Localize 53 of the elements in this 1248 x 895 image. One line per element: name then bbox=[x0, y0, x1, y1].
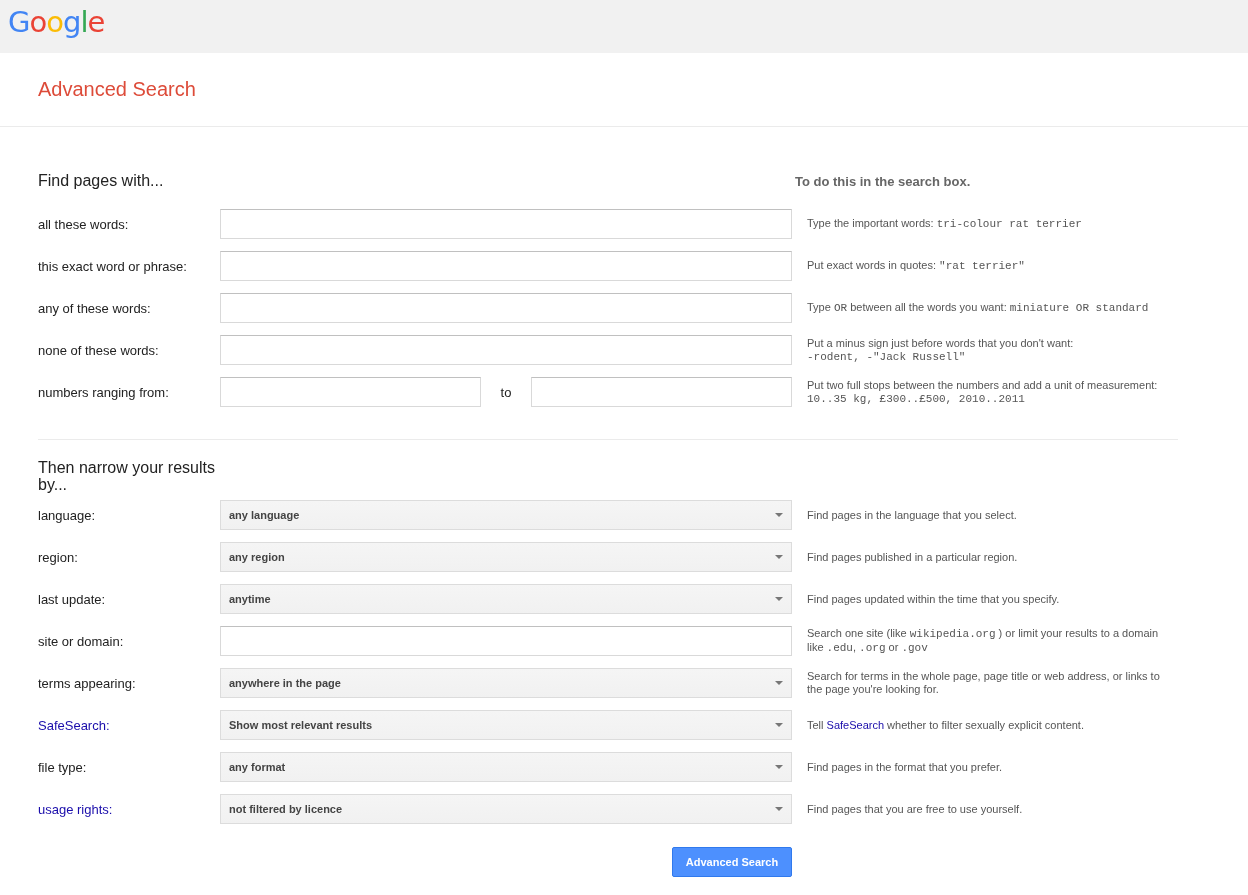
caret-icon bbox=[775, 807, 783, 811]
safesearch-link[interactable]: SafeSearch bbox=[826, 718, 885, 731]
hint-text: Tell SafeSearch whether to filter sexually explicit content. bbox=[807, 718, 1084, 732]
caret-icon bbox=[775, 513, 783, 517]
dropdown[interactable]: any format bbox=[220, 752, 792, 782]
section-heading: Then narrow your results by... bbox=[38, 459, 216, 493]
input-field[interactable] bbox=[220, 626, 792, 656]
field-label: region: bbox=[38, 549, 79, 565]
section-heading: Find pages with... bbox=[38, 172, 165, 190]
hint-text: Search one site (like wikipedia.org ) or limit your results to a domain like .edu, .org or .gov bbox=[807, 627, 1159, 655]
field-label: numbers ranging from: bbox=[38, 384, 170, 400]
input-field[interactable] bbox=[220, 335, 792, 365]
field-label: last update: bbox=[38, 591, 107, 607]
dropdown[interactable]: anytime bbox=[220, 584, 792, 614]
caret-icon bbox=[775, 723, 783, 727]
field-label: all these words: bbox=[38, 216, 130, 232]
hint-text: Search for terms in the whole page, page title or web address, or links to the page you're looking for. bbox=[807, 670, 1160, 696]
field-label: none of these words: bbox=[38, 342, 160, 358]
input-field[interactable] bbox=[220, 209, 792, 239]
field-label: this exact word or phrase: bbox=[38, 258, 188, 274]
hint-text: Find pages that you are free to use yourself. bbox=[807, 802, 1023, 816]
hint-heading: To do this in the search box. bbox=[795, 173, 971, 189]
hint-text: Type the important words: tri-colour rat terrier bbox=[807, 217, 1082, 231]
hint-text: Put two full stops between the numbers and add a unit of measurement: 10..35 kg, £300..£500, 2010..2011 bbox=[807, 378, 1158, 406]
dropdown[interactable]: any region bbox=[220, 542, 792, 572]
dropdown[interactable]: not filtered by licence bbox=[220, 794, 792, 824]
field-label: any of these words: bbox=[38, 300, 152, 316]
hint-text: Find pages published in a particular region. bbox=[807, 550, 1018, 564]
input-field[interactable] bbox=[531, 377, 792, 407]
hint-text: Put a minus sign just before words that you don't want: -rodent, -"Jack Russell" bbox=[807, 336, 1074, 364]
page-title: Advanced Search bbox=[38, 78, 196, 101]
label-link[interactable]: SafeSearch: bbox=[38, 717, 220, 733]
caret-icon bbox=[775, 765, 783, 769]
caret-icon bbox=[775, 597, 783, 601]
input-field[interactable] bbox=[220, 251, 792, 281]
hint-text: Find pages in the language that you select. bbox=[807, 508, 1017, 522]
caret-icon bbox=[775, 681, 783, 685]
input-field[interactable] bbox=[220, 293, 792, 323]
field-label: site or domain: bbox=[38, 633, 125, 649]
dropdown[interactable]: anywhere in the page bbox=[220, 668, 792, 698]
hint-text: Find pages updated within the time that you specify. bbox=[807, 592, 1060, 606]
field-label: language: bbox=[38, 507, 97, 523]
range-separator: to bbox=[499, 384, 513, 400]
field-label: terms appearing: bbox=[38, 675, 137, 691]
hint-text: Find pages in the format that you prefer. bbox=[807, 760, 1003, 774]
hint-text: Put exact words in quotes: "rat terrier" bbox=[807, 259, 1025, 273]
hint-text: Type OR between all the words you want: miniature OR standard bbox=[807, 301, 1149, 315]
dropdown[interactable]: Show most relevant results bbox=[220, 710, 792, 740]
input-field[interactable] bbox=[220, 377, 481, 407]
field-label: file type: bbox=[38, 759, 88, 775]
label-link[interactable]: usage rights: bbox=[38, 801, 220, 817]
caret-icon bbox=[775, 555, 783, 559]
dropdown[interactable]: any language bbox=[220, 500, 792, 530]
